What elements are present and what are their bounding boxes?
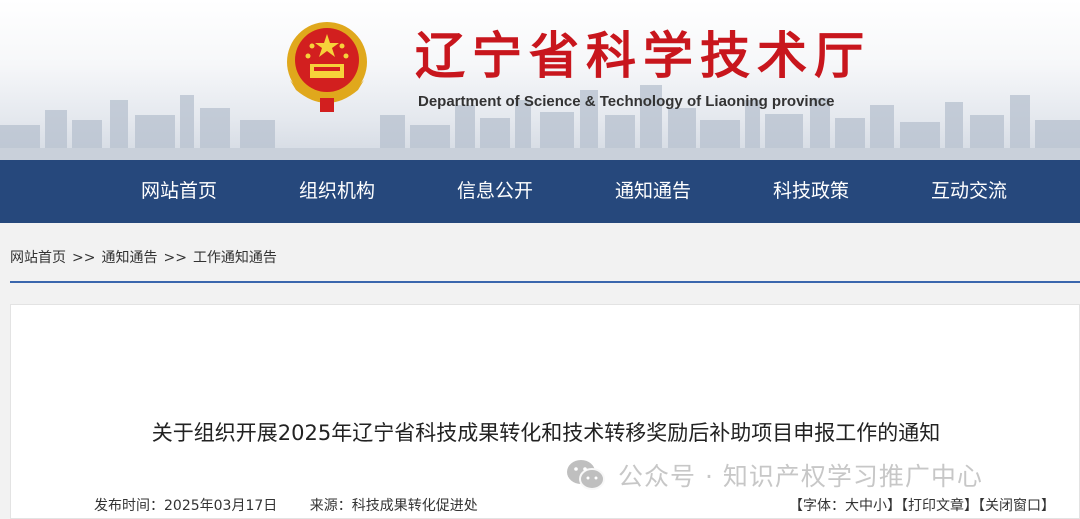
print-article-button[interactable]: 【打印文章】: [901, 498, 978, 514]
nav-item-home[interactable]: 网站首页: [109, 160, 249, 223]
article-tools: 【字体：大中小】【打印文章】【关闭窗口】: [789, 495, 1055, 515]
nav-item-info-disclosure[interactable]: 信息公开: [425, 160, 565, 223]
watermark-text: 公众号 · 知识产权学习推广中心: [618, 462, 983, 491]
site-subtitle: Department of Science & Technology of Li…: [418, 93, 835, 110]
publish-date-value: 2025年03月17日: [164, 498, 278, 514]
site-title: 辽宁省科学技术厅: [415, 27, 871, 85]
breadcrumb-separator: >>: [163, 250, 187, 266]
article-title: 关于组织开展2025年辽宁省科技成果转化和技术转移奖励后补助项目申报工作的通知: [151, 421, 941, 445]
breadcrumb-work-notices-link[interactable]: 工作通知通告: [193, 250, 277, 266]
nav-item-policy[interactable]: 科技政策: [741, 160, 881, 223]
breadcrumb-home-link[interactable]: 网站首页: [10, 250, 66, 266]
breadcrumb-divider: [10, 281, 1080, 283]
publish-date: 发布时间：2025年03月17日: [94, 498, 277, 514]
nav-item-interaction[interactable]: 互动交流: [899, 160, 1039, 223]
publish-date-label: 发布时间：: [94, 498, 164, 514]
article-source: 来源：科技成果转化促进处: [310, 498, 478, 514]
source-value: 科技成果转化促进处: [351, 498, 478, 514]
close-window-button[interactable]: 【关闭窗口】: [978, 498, 1055, 514]
source-label: 来源：: [309, 498, 352, 514]
breadcrumb: 网站首页 >> 通知通告 >> 工作通知通告: [10, 247, 283, 267]
font-size-control[interactable]: 【字体：大中小】: [789, 498, 901, 514]
national-emblem-logo: [287, 22, 367, 112]
breadcrumb-notices-link[interactable]: 通知通告: [101, 250, 157, 266]
article-meta: 发布时间：2025年03月17日 来源：科技成果转化促进处: [94, 495, 506, 515]
nav-item-organization[interactable]: 组织机构: [267, 160, 407, 223]
wechat-icon: [567, 460, 605, 490]
wechat-watermark: 公众号 · 知识产权学习推广中心: [566, 455, 983, 495]
nav-item-notices[interactable]: 通知通告: [583, 160, 723, 223]
site-header: 辽宁省科学技术厅 Department of Science & Technol…: [0, 0, 1080, 160]
main-nav: 网站首页 组织机构 信息公开 通知通告 科技政策 互动交流: [0, 160, 1080, 223]
breadcrumb-separator: >>: [72, 250, 96, 266]
